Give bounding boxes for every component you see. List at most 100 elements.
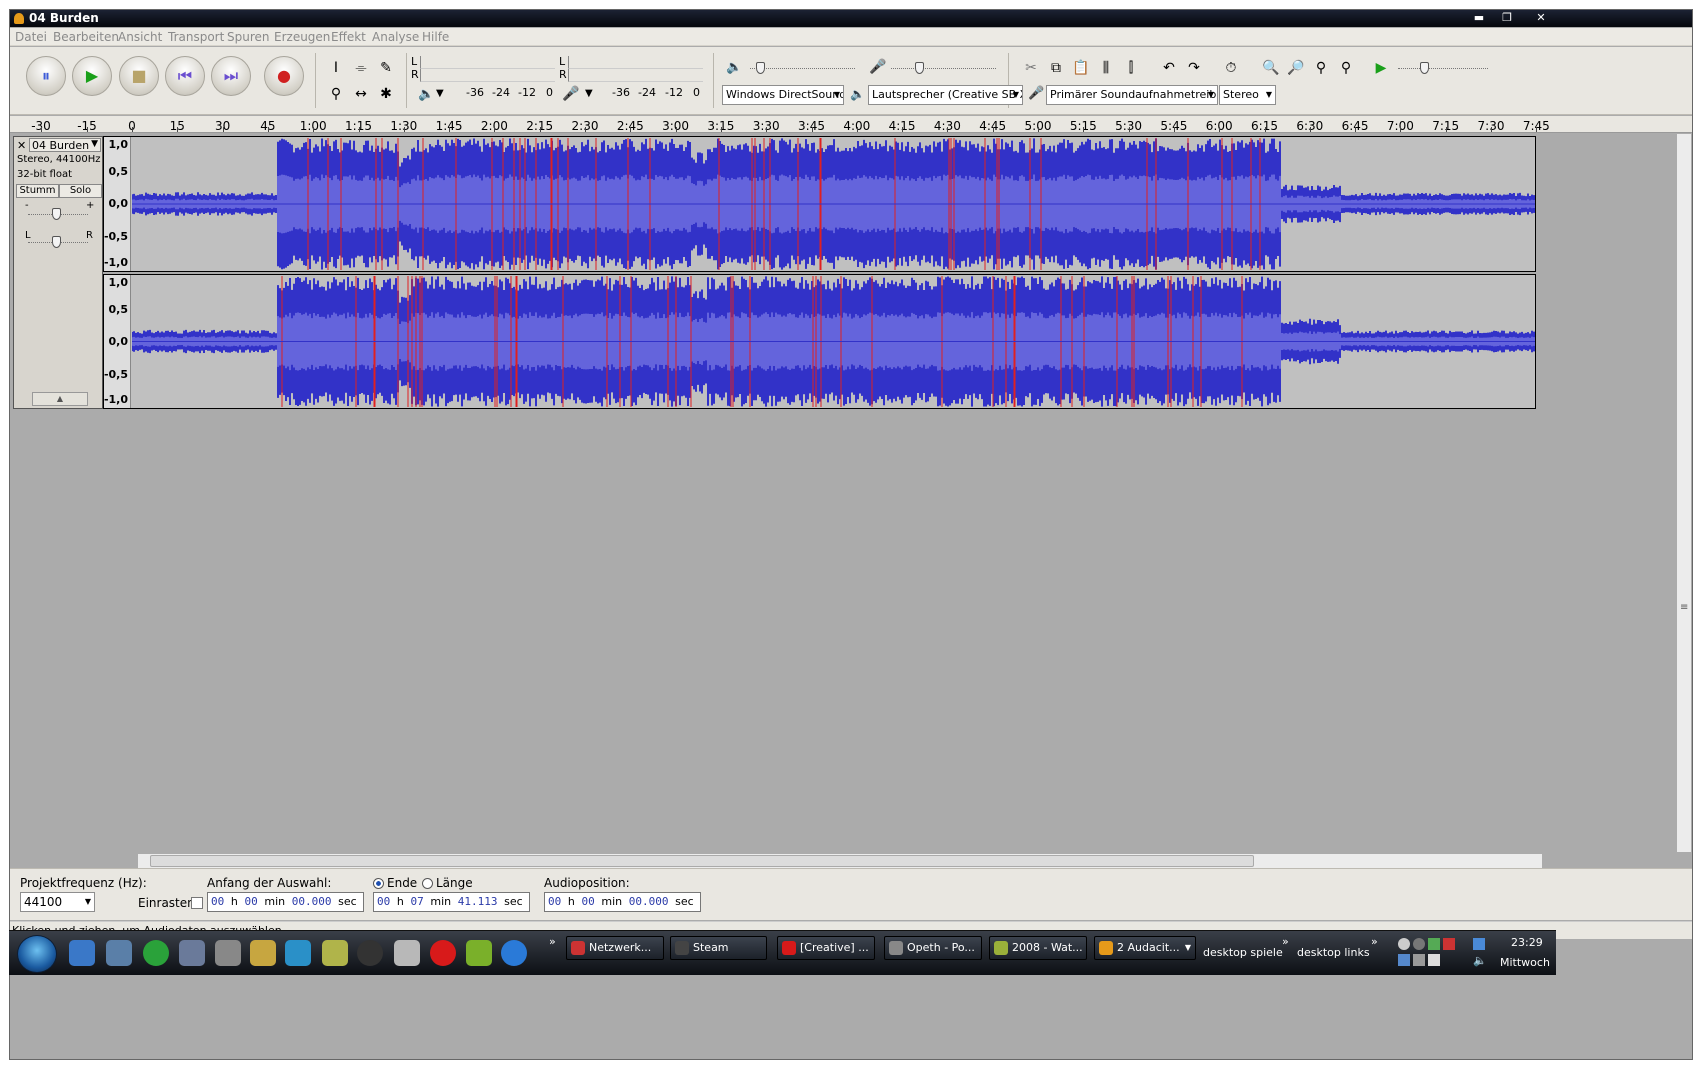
tray-icon[interactable] [1443, 938, 1455, 950]
taskbar-item-steam[interactable]: Steam [670, 936, 767, 960]
menu-erzeugen[interactable]: Erzeugen [274, 30, 330, 44]
selection-tool-icon[interactable]: I [325, 57, 347, 79]
record-button[interactable]: ● [264, 56, 304, 96]
internet-explorer-icon[interactable] [501, 940, 527, 966]
skip-to-start-button[interactable]: ⏮ [165, 56, 205, 96]
show-desktop-icon[interactable] [69, 940, 95, 966]
channel-left[interactable]: 1,0 0,5 0,0 -0,5 -1,0 [103, 136, 1536, 272]
start-button[interactable] [17, 935, 57, 973]
track-name-button[interactable]: 04 Burden ▼ [29, 138, 101, 152]
play-speed-knob[interactable] [1420, 62, 1429, 74]
app-icon[interactable] [466, 940, 492, 966]
track-close-button[interactable]: ✕ [17, 139, 26, 152]
selection-end-field[interactable]: 00 h 07 min 41.113 sec [373, 892, 530, 912]
record-meter-dropdown-icon[interactable]: ▼ [585, 88, 593, 99]
menu-bearbeiten[interactable]: Bearbeiten [53, 30, 119, 44]
solo-button[interactable]: Solo [59, 184, 102, 198]
zoom-tool-icon[interactable]: ⚲ [325, 83, 347, 105]
output-device-select[interactable]: Lautsprecher (Creative SB X-F [868, 85, 1023, 105]
audio-position-field[interactable]: 00 h 00 min 00.000 sec [544, 892, 701, 912]
horizontal-scroll-thumb[interactable] [150, 855, 1254, 867]
taskbar-item-opeth[interactable]: Opeth - Po... [884, 936, 982, 960]
pan-knob[interactable] [52, 236, 61, 248]
menu-datei[interactable]: Datei [15, 30, 47, 44]
tray-icon[interactable] [1428, 954, 1440, 966]
calculator-icon[interactable] [394, 940, 420, 966]
microphone-icon[interactable]: 🎤 [562, 86, 579, 102]
redo-icon[interactable]: ↷ [1183, 57, 1205, 79]
envelope-tool-icon[interactable]: ⌯ [350, 57, 372, 79]
menu-transport[interactable]: Transport [168, 30, 224, 44]
timeline-ruler[interactable]: -30 -15 0 15 30 45 1:00 1:15 1:30 1:45 2:00 2:15 2:3… [10, 116, 1692, 133]
output-volume-slider[interactable] [750, 68, 855, 69]
undo-icon[interactable]: ↶ [1158, 57, 1180, 79]
games-icon[interactable] [322, 940, 348, 966]
toolbar2-chevron[interactable]: » [1371, 935, 1378, 948]
system-tray-icons[interactable]: 🔈 [1398, 938, 1488, 970]
speaker-icon[interactable]: 🔈 [418, 87, 434, 102]
tray-icon[interactable] [1398, 938, 1410, 950]
play-at-speed-icon[interactable]: ▶ [1370, 57, 1392, 79]
audio-host-select[interactable]: Windows DirectSound [722, 85, 844, 105]
tray-icon[interactable] [1413, 938, 1425, 950]
clock-day[interactable]: Mittwoch [1500, 956, 1550, 969]
toolbar-desktop-spiele[interactable]: desktop spiele [1203, 946, 1283, 959]
fit-project-icon[interactable]: ⚲ [1335, 57, 1357, 79]
meter-dropdown-icon[interactable]: ▼ [436, 88, 444, 99]
volume-tray-icon[interactable]: 🔈 [1473, 954, 1487, 967]
zoom-in-icon[interactable]: 🔍 [1260, 57, 1282, 79]
project-rate-select[interactable]: 44100 [20, 892, 95, 912]
gain-knob[interactable] [52, 208, 61, 220]
clock-time[interactable]: 23:29 [1511, 936, 1543, 949]
tray-icon[interactable] [1428, 938, 1440, 950]
utorrent-icon[interactable] [143, 940, 169, 966]
play-speed-slider[interactable] [1398, 68, 1488, 69]
opera-icon[interactable] [430, 940, 456, 966]
download-icon[interactable] [285, 940, 311, 966]
menu-spuren[interactable]: Spuren [227, 30, 270, 44]
channels-select[interactable]: Stereo [1219, 85, 1276, 105]
input-device-select[interactable]: Primärer Soundaufnahmetreiber [1046, 85, 1218, 105]
menu-ansicht[interactable]: Ansicht [118, 30, 162, 44]
explorer-icon[interactable] [106, 940, 132, 966]
minimize-button[interactable]: ▬ [1466, 10, 1492, 25]
tray-icon[interactable] [1413, 954, 1425, 966]
timeshift-tool-icon[interactable]: ↔ [350, 83, 372, 105]
copy-icon[interactable]: ⧉ [1045, 57, 1067, 79]
taskbar-item-audacity[interactable]: 2 Audacit... ▼ [1094, 936, 1196, 960]
pause-button[interactable]: ⏸ [26, 56, 66, 96]
end-radio[interactable] [373, 878, 384, 889]
channel-right[interactable]: 1,0 0,5 0,0 -0,5 -1,0 [103, 274, 1536, 409]
maximize-button[interactable]: ❐ [1494, 10, 1520, 25]
taskbar-item-2008[interactable]: 2008 - Wat... [989, 936, 1087, 960]
input-volume-slider[interactable] [891, 68, 996, 69]
input-volume-knob[interactable] [915, 62, 924, 74]
skip-to-end-button[interactable]: ⏭ [211, 56, 251, 96]
menu-effekt[interactable]: Effekt [331, 30, 366, 44]
close-window-button[interactable]: ✕ [1528, 10, 1554, 25]
fit-selection-icon[interactable]: ⚲ [1310, 57, 1332, 79]
waveform-left[interactable] [132, 137, 1535, 271]
network-icon[interactable] [179, 940, 205, 966]
output-volume-knob[interactable] [756, 62, 765, 74]
zoom-out-icon[interactable]: 🔎 [1285, 57, 1307, 79]
selection-start-field[interactable]: 00 h 00 min 00.000 sec [207, 892, 364, 912]
menu-hilfe[interactable]: Hilfe [422, 30, 449, 44]
silence-icon[interactable]: ⫿ [1120, 57, 1142, 79]
length-radio[interactable] [422, 878, 433, 889]
stop-button[interactable]: ■ [119, 56, 159, 96]
multi-tool-icon[interactable]: ✱ [375, 83, 397, 105]
quicklaunch-chevron[interactable]: » [549, 935, 556, 948]
horizontal-scrollbar[interactable] [138, 854, 1542, 868]
folder-icon[interactable] [250, 940, 276, 966]
sync-lock-icon[interactable]: ⏱ [1220, 57, 1242, 79]
media-icon[interactable] [215, 940, 241, 966]
paste-icon[interactable]: 📋 [1070, 57, 1092, 79]
cut-icon[interactable]: ✂ [1020, 57, 1042, 79]
snap-checkbox[interactable] [191, 897, 203, 909]
toolbar-desktop-links[interactable]: desktop links [1297, 946, 1370, 959]
steam-icon[interactable] [357, 940, 383, 966]
trim-icon[interactable]: ⫼ [1095, 57, 1117, 79]
waveform-right[interactable] [132, 275, 1535, 408]
play-button[interactable]: ▶ [72, 56, 112, 96]
